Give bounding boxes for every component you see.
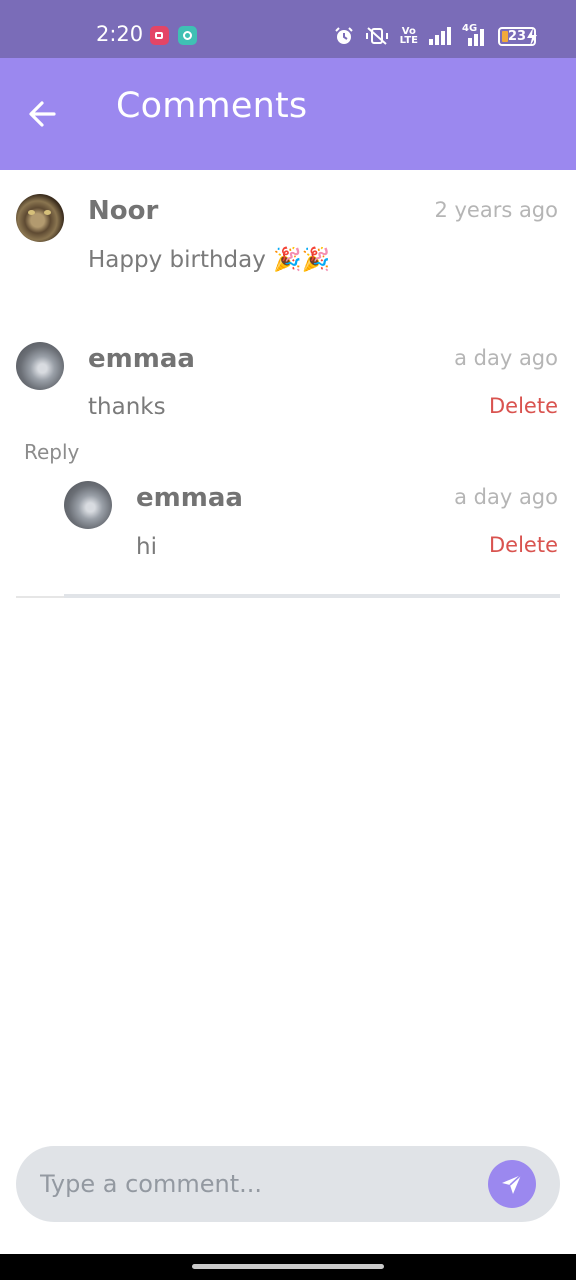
network-4g-signal-icon: 4G xyxy=(462,24,488,46)
screen-recorder-notification-icon xyxy=(150,26,169,45)
send-icon xyxy=(502,1174,522,1194)
send-button[interactable] xyxy=(488,1160,536,1208)
arrow-left-icon xyxy=(29,101,56,127)
system-icons: Vo LTE 4G 23 xyxy=(334,24,536,46)
app-bar: Comments xyxy=(0,58,576,170)
comment-composer xyxy=(16,1146,560,1222)
reply-text: hi xyxy=(136,534,157,560)
comment-time: 2 years ago xyxy=(434,198,558,222)
reply-thread-divider xyxy=(64,594,560,598)
reply-time: a day ago xyxy=(454,485,558,509)
charging-icon xyxy=(527,28,537,46)
vibrate-mute-icon xyxy=(365,27,388,45)
signal-icon xyxy=(429,27,451,45)
reply-button[interactable]: Reply xyxy=(24,440,79,464)
comment-time: a day ago xyxy=(454,346,558,370)
avatar[interactable] xyxy=(64,481,112,529)
comment-input[interactable] xyxy=(40,1162,460,1206)
system-navigation-bar xyxy=(0,1254,576,1280)
comment-text: thanks xyxy=(88,394,166,420)
battery-level: 23 xyxy=(507,28,527,44)
volte-icon: Vo LTE xyxy=(399,26,418,46)
status-bar: 2:20 Vo LTE 4G 23 xyxy=(0,0,576,58)
comment-author[interactable]: emmaa xyxy=(88,344,195,374)
chat-notification-icon xyxy=(178,26,197,45)
avatar[interactable] xyxy=(16,342,64,390)
status-time: 2:20 xyxy=(96,22,144,46)
divider xyxy=(16,596,64,598)
alarm-icon xyxy=(334,27,353,44)
comment-author[interactable]: Noor xyxy=(88,196,158,226)
avatar[interactable] xyxy=(16,194,64,242)
reply-author[interactable]: emmaa xyxy=(136,483,243,513)
back-button[interactable] xyxy=(22,94,66,134)
delete-reply-button[interactable]: Delete xyxy=(489,533,558,557)
home-gesture-handle[interactable] xyxy=(192,1264,384,1269)
comment-text: Happy birthday 🎉🎉 xyxy=(88,247,331,273)
page-title: Comments xyxy=(116,86,308,126)
delete-comment-button[interactable]: Delete xyxy=(489,394,558,418)
